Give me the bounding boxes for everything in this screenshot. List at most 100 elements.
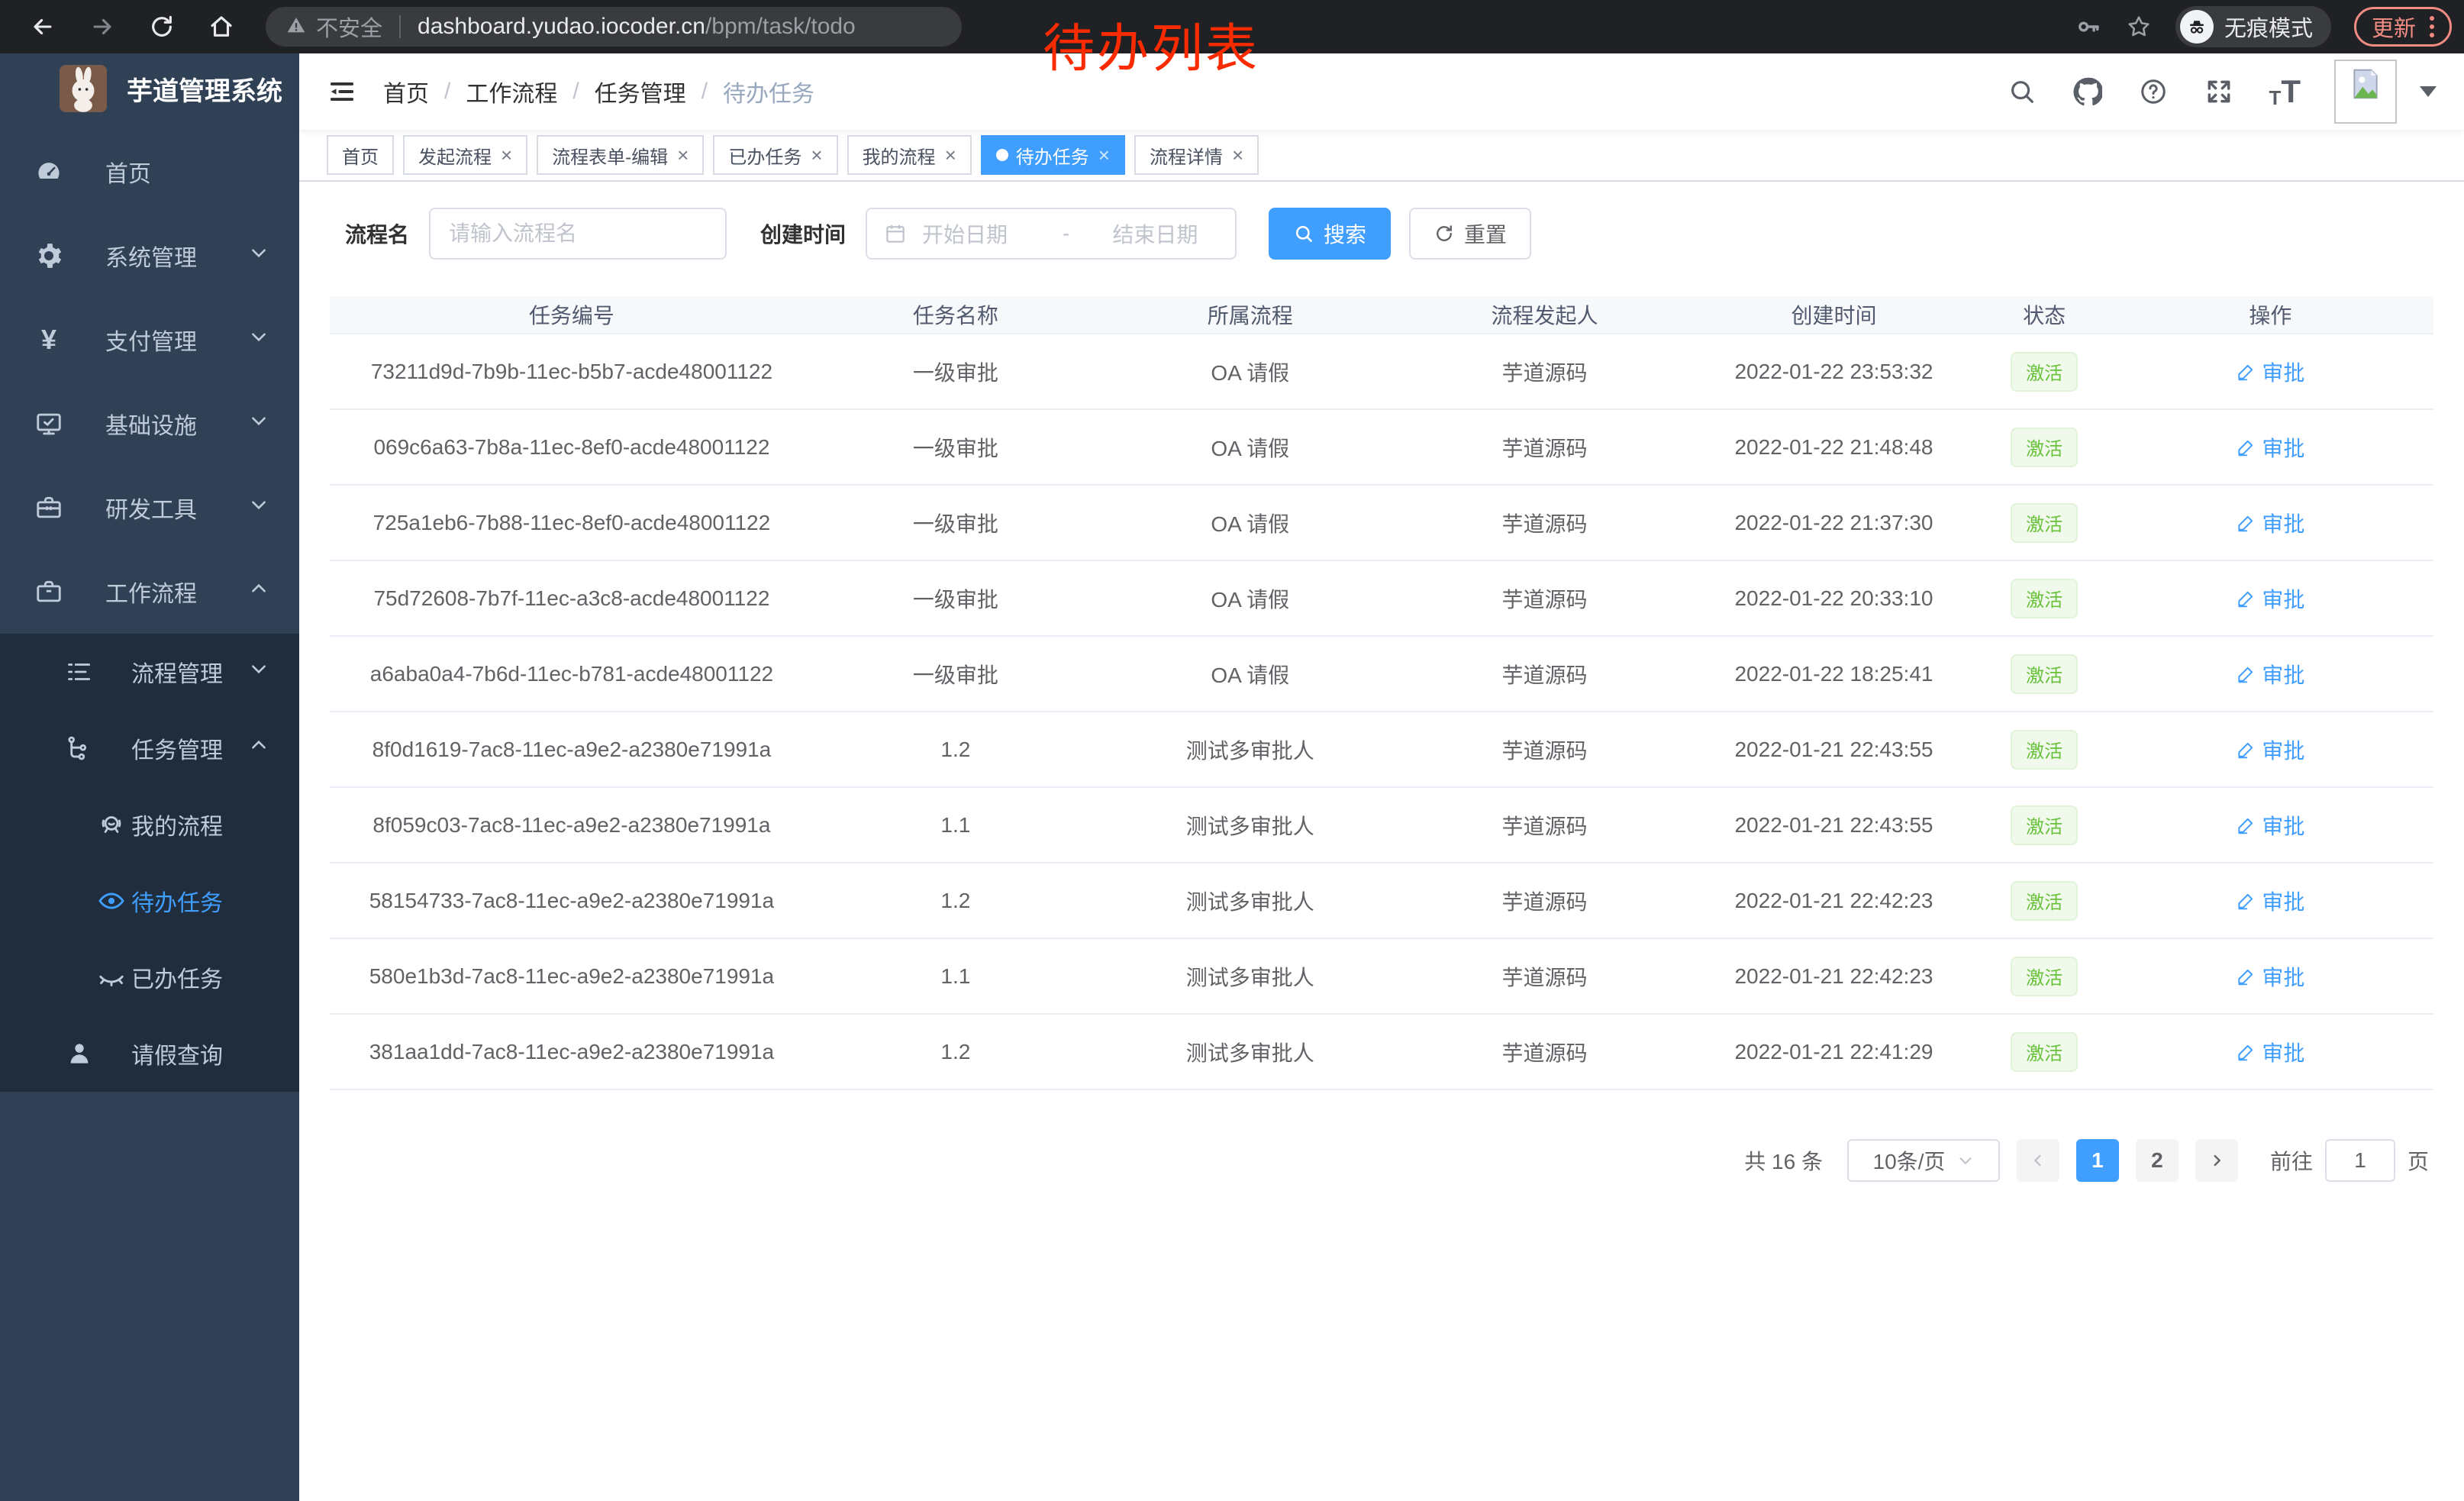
avatar-caret-icon[interactable] (2420, 86, 2437, 97)
browser-menu-icon[interactable] (2430, 16, 2434, 37)
security-label[interactable]: 不安全 (316, 11, 382, 43)
approve-link[interactable]: 审批 (2236, 961, 2304, 992)
col-task-name: 任务名称 (814, 299, 1098, 330)
search-button[interactable]: 搜索 (1269, 208, 1391, 260)
cell-created: 2022-01-21 22:41:29 (1687, 1040, 1982, 1064)
sidebar-item-home[interactable]: 首页 (0, 130, 299, 214)
breadcrumb: 首页 / 工作流程 / 任务管理 / 待办任务 (383, 75, 814, 108)
sidebar-item-task-management[interactable]: 任务管理 (0, 710, 299, 786)
approve-link[interactable]: 审批 (2236, 508, 2304, 538)
refresh-icon (1434, 223, 1455, 244)
tab-start-process[interactable]: 发起流程× (403, 135, 527, 175)
edit-pencil-icon (2236, 664, 2256, 684)
sidebar-item-devtools[interactable]: 研发工具 (0, 466, 299, 550)
cell-created: 2022-01-21 22:43:55 (1687, 813, 1982, 838)
search-icon[interactable] (2006, 76, 2038, 108)
approve-link[interactable]: 审批 (2236, 886, 2304, 916)
close-icon[interactable]: × (1232, 145, 1243, 165)
close-icon[interactable]: × (1098, 145, 1110, 165)
approve-link[interactable]: 审批 (2236, 1037, 2304, 1067)
cell-process: 测试多审批人 (1098, 886, 1403, 916)
cell-process: OA 请假 (1098, 432, 1403, 463)
page-2-button[interactable]: 2 (2136, 1139, 2179, 1182)
cell-created: 2022-01-21 22:42:23 (1687, 964, 1982, 989)
chevron-down-icon (249, 495, 269, 521)
breadcrumb-task-management[interactable]: 任务管理 (595, 75, 686, 108)
cell-starter: 芋道源码 (1403, 583, 1687, 614)
cell-actions: 审批 (2108, 432, 2433, 463)
approve-link[interactable]: 审批 (2236, 432, 2304, 463)
help-icon[interactable] (2137, 76, 2169, 108)
avatar[interactable] (2334, 60, 2397, 124)
home-icon[interactable] (208, 13, 235, 40)
sidebar-toggle-icon[interactable] (327, 76, 357, 107)
sidebar-item-done-tasks[interactable]: 已办任务 (0, 939, 299, 1015)
cell-actions: 审批 (2108, 508, 2433, 538)
tab-todo-tasks[interactable]: 待办任务× (981, 135, 1125, 175)
sidebar-item-payment[interactable]: ¥ 支付管理 (0, 298, 299, 382)
github-icon[interactable] (2072, 76, 2104, 108)
cell-starter: 芋道源码 (1403, 508, 1687, 538)
tab-done-tasks[interactable]: 已办任务× (713, 135, 837, 175)
approve-link[interactable]: 审批 (2236, 734, 2304, 765)
cell-process: 测试多审批人 (1098, 810, 1403, 841)
table-body: 73211d9d-7b9b-11ec-b5b7-acde48001122 一级审… (330, 334, 2433, 1090)
cell-task-id: a6aba0a4-7b6d-11ec-b781-acde48001122 (330, 662, 814, 686)
tab-process-detail[interactable]: 流程详情× (1134, 135, 1259, 175)
url-text[interactable]: dashboard.yudao.iocoder.cn/bpm/task/todo (418, 14, 856, 40)
fullscreen-icon[interactable] (2203, 76, 2235, 108)
breadcrumb-home[interactable]: 首页 (383, 75, 429, 108)
user-icon (64, 1038, 95, 1069)
pagination: 共 16 条 10条/页 1 2 前往 页 (299, 1139, 2429, 1182)
tab-home[interactable]: 首页 (327, 135, 394, 175)
tab-my-process[interactable]: 我的流程× (847, 135, 972, 175)
create-time-label: 创建时间 (760, 218, 846, 249)
next-page-button[interactable] (2195, 1139, 2238, 1182)
date-range-picker[interactable]: 开始日期 - 结束日期 (866, 208, 1237, 260)
approve-link[interactable]: 审批 (2236, 583, 2304, 614)
table-row: 580e1b3d-7ac8-11ec-a9e2-a2380e71991a 1.1… (330, 939, 2433, 1015)
goto-page-input[interactable] (2325, 1139, 2395, 1182)
prev-page-button[interactable] (2017, 1139, 2059, 1182)
status-badge: 激活 (2011, 1032, 2078, 1072)
cell-created: 2022-01-22 21:48:48 (1687, 435, 1982, 460)
edit-pencil-icon (2236, 589, 2256, 608)
sidebar-item-workflow[interactable]: 工作流程 (0, 550, 299, 634)
sidebar-item-system[interactable]: 系统管理 (0, 214, 299, 298)
cell-actions: 审批 (2108, 961, 2433, 992)
sidebar-item-my-process[interactable]: 我的流程 (0, 786, 299, 863)
password-key-icon[interactable] (2075, 13, 2102, 40)
reload-icon[interactable] (148, 13, 176, 40)
close-icon[interactable]: × (677, 145, 689, 165)
sidebar-item-process-management[interactable]: 流程管理 (0, 634, 299, 710)
cell-actions: 审批 (2108, 810, 2433, 841)
page-size-select[interactable]: 10条/页 (1847, 1139, 2000, 1182)
page-1-button[interactable]: 1 (2076, 1139, 2119, 1182)
sidebar-item-todo-tasks[interactable]: 待办任务 (0, 863, 299, 939)
reset-button[interactable]: 重置 (1409, 208, 1531, 260)
cell-task-name: 一级审批 (814, 357, 1098, 387)
start-date-placeholder: 开始日期 (922, 218, 1008, 249)
address-bar[interactable]: 不安全 dashboard.yudao.iocoder.cn/bpm/task/… (266, 7, 962, 47)
robot-face-icon (96, 809, 127, 840)
update-button[interactable]: 更新 (2354, 7, 2452, 47)
breadcrumb-workflow[interactable]: 工作流程 (466, 75, 557, 108)
font-size-icon[interactable]: TT (2269, 76, 2301, 108)
back-icon[interactable] (29, 13, 56, 40)
bookmark-star-icon[interactable] (2125, 13, 2153, 40)
sidebar-item-leave-query[interactable]: 请假查询 (0, 1015, 299, 1092)
approve-link[interactable]: 审批 (2236, 810, 2304, 841)
cell-status: 激活 (1981, 881, 2107, 921)
sidebar-item-infrastructure[interactable]: 基础设施 (0, 382, 299, 466)
forward-icon[interactable] (89, 13, 116, 40)
tab-form-edit[interactable]: 流程表单-编辑× (537, 135, 704, 175)
top-navbar: 首页 / 工作流程 / 任务管理 / 待办任务 (299, 53, 2464, 130)
process-name-input[interactable] (429, 208, 727, 260)
close-icon[interactable]: × (501, 145, 512, 165)
close-icon[interactable]: × (945, 145, 956, 165)
approve-link[interactable]: 审批 (2236, 357, 2304, 387)
close-icon[interactable]: × (811, 145, 822, 165)
eye-closed-icon (96, 962, 127, 993)
approve-link[interactable]: 审批 (2236, 659, 2304, 689)
tags-view: 首页 发起流程× 流程表单-编辑× 已办任务× 我的流程× 待办任务× 流程详情… (299, 130, 2464, 182)
